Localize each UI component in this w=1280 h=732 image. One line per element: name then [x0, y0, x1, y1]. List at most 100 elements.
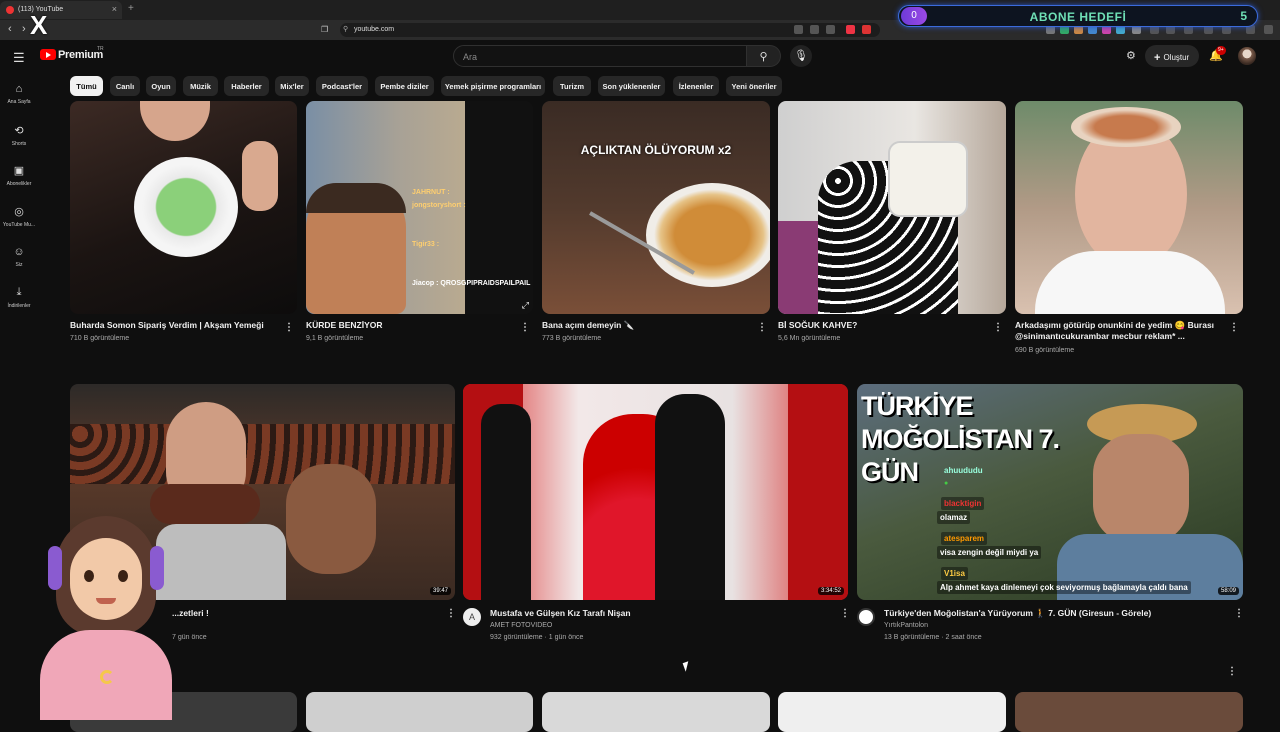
chat-message: olamaz: [937, 511, 971, 524]
more-options-icon[interactable]: ⋮: [757, 322, 767, 333]
search-input[interactable]: Ara: [453, 45, 747, 67]
notification-badge: 9+: [1216, 46, 1226, 55]
create-button[interactable]: + Oluştur: [1145, 45, 1199, 67]
thumbnail-person: [286, 464, 376, 574]
more-options-icon[interactable]: ⋮: [446, 608, 456, 619]
channel-avatar[interactable]: [857, 608, 875, 626]
video-meta: 13 B görüntüleme · 2 saat önce: [884, 634, 982, 641]
thumbnail-person: [481, 404, 531, 600]
video-meta: 7 gün önce: [172, 634, 207, 641]
browser-tab[interactable]: (113) YouTube ×: [0, 1, 122, 19]
sidebar-item-label: Abonelikler: [6, 181, 32, 187]
more-options-icon[interactable]: ⋮: [1229, 322, 1239, 333]
hamburger-menu-icon[interactable]: ☰: [13, 50, 25, 66]
chat-line: Tigir33 :: [412, 241, 440, 248]
new-tab-icon[interactable]: +: [128, 3, 134, 14]
chip-mixes[interactable]: Mix'ler: [275, 76, 309, 96]
short-thumbnail[interactable]: [778, 101, 1006, 314]
short-thumbnail[interactable]: [1015, 101, 1243, 314]
site-info-icon[interactable]: ⚲: [343, 25, 348, 33]
chip-tourism[interactable]: Turizm: [553, 76, 591, 96]
rewards-icon[interactable]: [862, 25, 871, 34]
chip-all[interactable]: Tümü: [70, 76, 103, 96]
short-thumbnail[interactable]: [306, 692, 533, 732]
thumbnail-plate: [646, 183, 770, 287]
streamer-avatar-overlay: [36, 510, 176, 720]
video-thumbnail[interactable]: 3:34:52: [463, 384, 848, 600]
short-title[interactable]: KÜRDE BENZİYOR: [306, 320, 516, 331]
create-label: Oluştur: [1163, 53, 1190, 62]
video-thumbnail[interactable]: TÜRKİYE MOĞOLİSTAN 7. GÜN ahuududu ● bla…: [857, 384, 1243, 600]
search-button[interactable]: ⚲: [747, 45, 781, 67]
short-title[interactable]: Bana açım demeyin 🔪: [542, 320, 752, 331]
sidebar-item-label: İndirilenler: [7, 303, 31, 309]
short-thumbnail[interactable]: [542, 692, 770, 732]
home-icon: ⌂: [15, 83, 23, 95]
zoom-icon[interactable]: [810, 25, 819, 34]
menu-icon[interactable]: [1264, 25, 1273, 34]
screen-icon[interactable]: [794, 25, 803, 34]
fullscreen-icon[interactable]: ⤢: [522, 300, 529, 311]
short-thumbnail[interactable]: AÇLIKTAN ÖLÜYORUM x2: [542, 101, 770, 314]
brave-shield-icon[interactable]: [846, 25, 855, 34]
more-options-icon[interactable]: ⋮: [840, 608, 850, 619]
chip-recently-uploaded[interactable]: Son yüklenenler: [598, 76, 665, 96]
channel-name[interactable]: AMET FOTOVIDEO: [490, 621, 552, 631]
sidebar-item-youtube-music[interactable]: ◎ YouTube Mu...: [0, 205, 38, 228]
short-title[interactable]: Bİ SOĞUK KAHVE?: [778, 320, 988, 331]
short-thumbnail[interactable]: [1015, 692, 1243, 732]
video-duration: 39:47: [429, 587, 451, 595]
chat-line: jongstoryshort :: [412, 202, 466, 209]
channel-avatar[interactable]: A: [463, 608, 481, 626]
short-thumbnail[interactable]: [778, 692, 1006, 732]
avatar-mouth: [96, 598, 116, 604]
more-options-icon[interactable]: ⋮: [1227, 666, 1237, 677]
cast-icon[interactable]: ⚙: [1126, 49, 1136, 62]
sidebar-item-downloads[interactable]: ⤓ İndirilenler: [0, 286, 38, 309]
avatar[interactable]: [1238, 47, 1256, 65]
short-views: 710 B görüntüleme: [70, 335, 130, 342]
short-thumbnail[interactable]: JAHRNUT : jongstoryshort : Tigir33 : Jia…: [306, 101, 533, 314]
more-options-icon[interactable]: ⋮: [284, 322, 294, 333]
chip-soap-operas[interactable]: Pembe diziler: [375, 76, 434, 96]
sidebar-item-shorts[interactable]: ⟲ Shorts: [0, 124, 38, 147]
back-icon[interactable]: ‹: [8, 23, 12, 35]
video-title[interactable]: Mustafa ve Gülşen Kız Tarafı Nişan: [490, 608, 631, 619]
chip-watched[interactable]: İzlenenler: [673, 76, 719, 96]
cartoon-hair: [306, 183, 406, 213]
chat-user: V1isa: [941, 567, 968, 580]
download-icon: ⤓: [16, 286, 22, 298]
more-options-icon[interactable]: ⋮: [1234, 608, 1244, 619]
share-icon[interactable]: [826, 25, 835, 34]
headphone-icon: [48, 546, 62, 590]
sidebar-item-you[interactable]: ☺ Siz: [0, 246, 38, 268]
video-title[interactable]: ...zetleri !: [172, 608, 209, 619]
chip-podcasts[interactable]: Podcast'ler: [316, 76, 368, 96]
chip-cooking[interactable]: Yemek pişirme programları: [441, 76, 545, 96]
sidebar-item-subscriptions[interactable]: ▣ Abonelikler: [0, 164, 38, 187]
chip-live[interactable]: Canlı: [110, 76, 140, 96]
voice-search-button[interactable]: 🎙: [790, 45, 812, 67]
video-title[interactable]: Türkiye'den Moğolistan'a Yürüyorum 🚶 7. …: [884, 608, 1151, 619]
chip-gaming[interactable]: Oyun: [146, 76, 176, 96]
chat-overlay: JAHRNUT : jongstoryshort : Tigir33 : Jia…: [412, 186, 530, 290]
search-icon: ⚲: [759, 51, 768, 63]
chip-new-to-you[interactable]: Yeni öneriler: [726, 76, 782, 96]
more-options-icon[interactable]: ⋮: [520, 322, 530, 333]
close-tab-icon[interactable]: ×: [112, 4, 117, 14]
mouse-cursor-icon: [682, 661, 692, 672]
chip-music[interactable]: Müzik: [183, 76, 218, 96]
more-options-icon[interactable]: ⋮: [993, 322, 1003, 333]
chip-news[interactable]: Haberler: [224, 76, 269, 96]
short-title[interactable]: Arkadaşımı götürüp onunkini de yedim 😋 B…: [1015, 320, 1225, 342]
channel-name[interactable]: YırtıkPantolon: [884, 621, 928, 631]
sidebar-item-home[interactable]: ⌂ Ana Sayfa: [0, 83, 38, 105]
youtube-logo-icon[interactable]: [40, 49, 56, 60]
headphone-icon: [150, 546, 164, 590]
forward-icon[interactable]: ›: [22, 23, 26, 35]
chat-line: Jiacop : QROSGPIPRAIDSPAILPAIL: [412, 280, 531, 287]
bookmark-icon[interactable]: ❐: [321, 25, 328, 34]
short-title[interactable]: Buharda Somon Sipariş Verdim | Akşam Yem…: [70, 320, 280, 331]
sidebar-item-label: Ana Sayfa: [7, 99, 31, 105]
short-thumbnail[interactable]: [70, 101, 297, 314]
